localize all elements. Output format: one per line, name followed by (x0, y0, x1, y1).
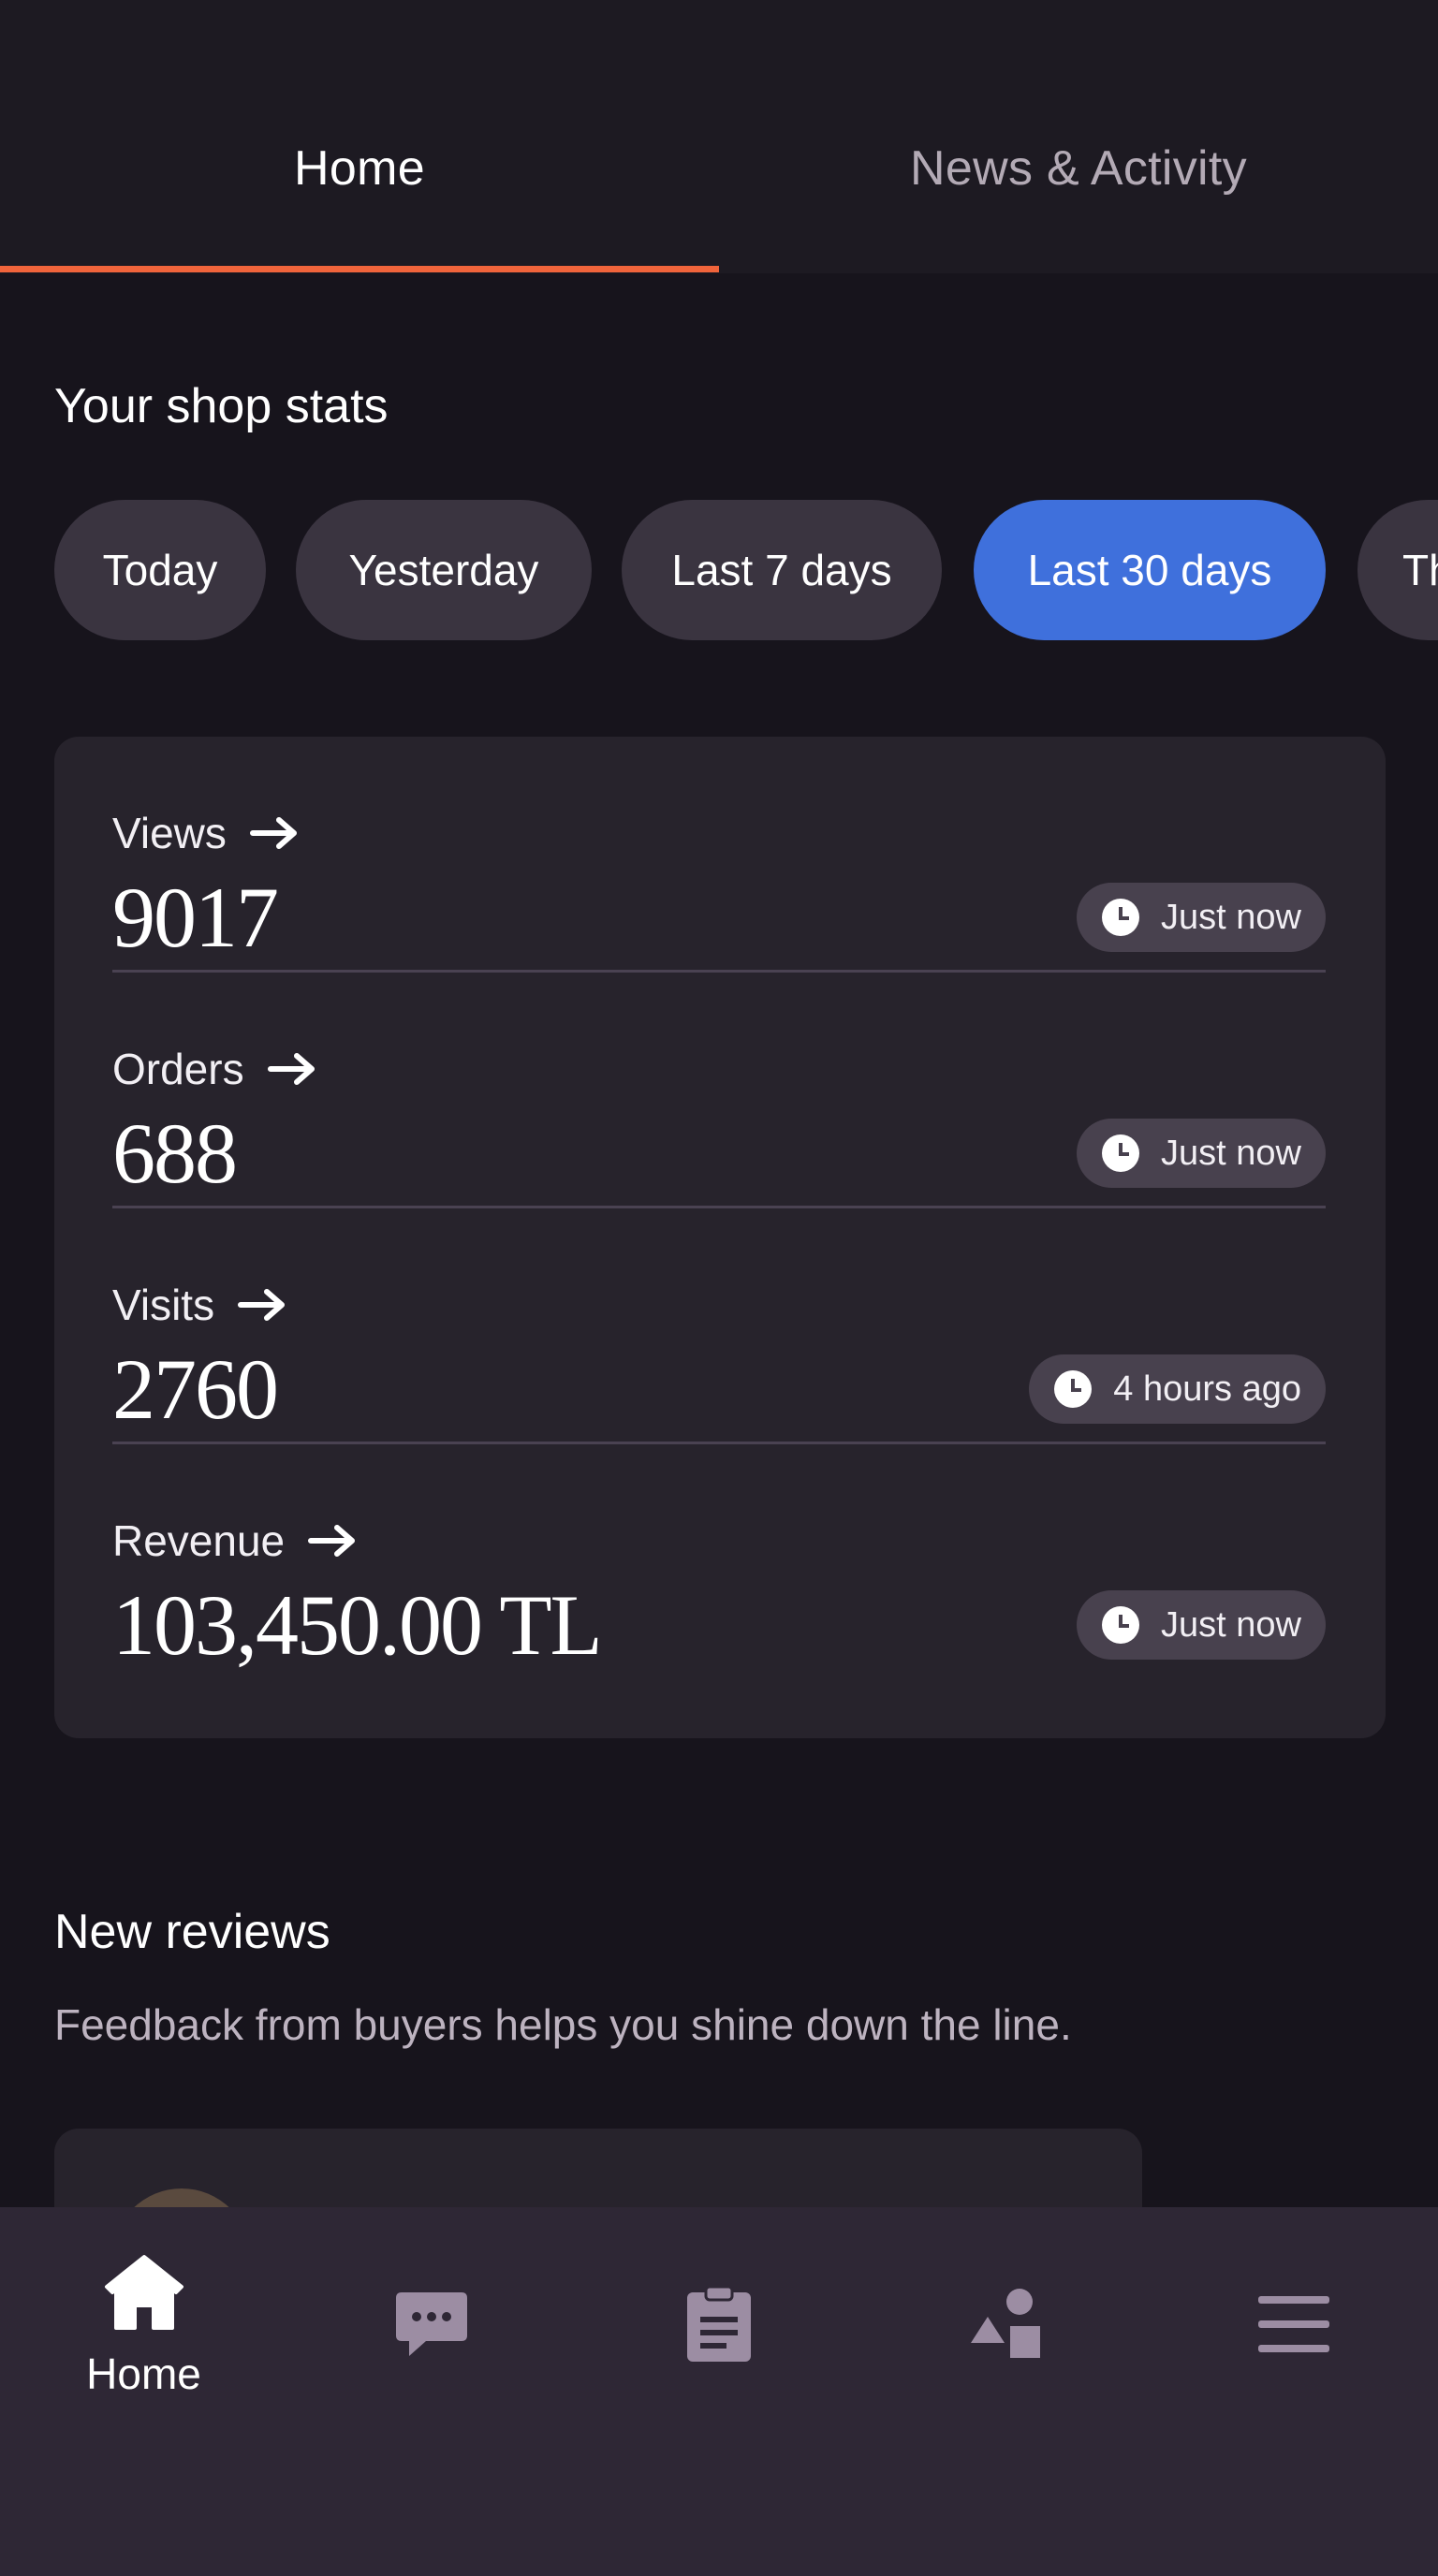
stat-row-views[interactable]: Views 9017 Just now (112, 737, 1326, 973)
filter-chip-today[interactable]: Today (54, 500, 266, 640)
bottom-navigation: Home (0, 2207, 1438, 2576)
stat-label-text: Orders (112, 1045, 244, 1093)
shop-stats-card: Views 9017 Just now Orders 688 Just now … (54, 737, 1386, 1738)
orders-clipboard-icon (686, 2285, 751, 2362)
clock-icon (1054, 1370, 1093, 1408)
nav-item-menu[interactable] (1150, 2207, 1437, 2441)
nav-item-home[interactable]: Home (0, 2207, 287, 2441)
updated-badge: 4 hours ago (1029, 1354, 1326, 1424)
top-tab-bar: Home News & Activity (0, 0, 1438, 273)
stat-label: Revenue (112, 1515, 360, 1566)
stat-value: 2760 (112, 1341, 279, 1437)
stat-label: Visits (112, 1280, 289, 1330)
messages-icon (395, 2292, 467, 2356)
arrow-right-icon (249, 817, 297, 849)
listings-shapes-icon (970, 2289, 1040, 2358)
stat-label: Views (112, 808, 301, 858)
arrow-right-icon (238, 1289, 286, 1321)
arrow-right-icon (308, 1525, 356, 1557)
nav-item-messages[interactable] (287, 2207, 575, 2441)
tab-home[interactable]: Home (0, 140, 719, 197)
new-reviews-title: New reviews (54, 1905, 330, 1959)
filter-chip-partial[interactable]: Th (1357, 500, 1438, 640)
active-tab-indicator (0, 266, 719, 272)
home-icon (104, 2255, 183, 2330)
date-filter-chips: Today Yesterday Last 7 days Last 30 days… (54, 500, 1438, 640)
shop-stats-title: Your shop stats (54, 379, 389, 433)
stat-label-text: Views (112, 809, 227, 857)
filter-chip-last-7-days[interactable]: Last 7 days (622, 500, 942, 640)
nav-item-orders[interactable] (575, 2207, 862, 2441)
nav-item-listings[interactable] (862, 2207, 1150, 2441)
updated-badge: Just now (1077, 1119, 1326, 1188)
nav-label-home: Home (86, 2349, 201, 2398)
menu-icon (1257, 2296, 1329, 2352)
updated-text: Just now (1161, 1133, 1301, 1173)
updated-badge: Just now (1077, 1590, 1326, 1660)
clock-icon (1102, 899, 1140, 936)
stat-row-visits[interactable]: Visits 2760 4 hours ago (112, 1208, 1326, 1444)
updated-text: Just now (1161, 897, 1301, 937)
tab-news-activity[interactable]: News & Activity (719, 140, 1438, 197)
stat-label: Orders (112, 1044, 319, 1094)
stat-label-text: Revenue (112, 1516, 286, 1565)
arrow-right-icon (267, 1053, 315, 1085)
stat-row-revenue[interactable]: Revenue 103,450.00 TL Just now (112, 1444, 1326, 1680)
stat-label-text: Visits (112, 1281, 215, 1329)
updated-text: 4 hours ago (1113, 1368, 1301, 1409)
stat-value: 103,450.00 TL (112, 1577, 603, 1673)
updated-text: Just now (1161, 1604, 1301, 1645)
stat-row-orders[interactable]: Orders 688 Just now (112, 973, 1326, 1208)
stat-value: 688 (112, 1105, 238, 1201)
filter-chip-last-30-days[interactable]: Last 30 days (974, 500, 1326, 640)
stat-value: 9017 (112, 870, 279, 965)
new-reviews-subtitle: Feedback from buyers helps you shine dow… (54, 2000, 1072, 2049)
clock-icon (1102, 1606, 1140, 1644)
filter-chip-yesterday[interactable]: Yesterday (296, 500, 592, 640)
clock-icon (1102, 1134, 1140, 1172)
updated-badge: Just now (1077, 883, 1326, 952)
